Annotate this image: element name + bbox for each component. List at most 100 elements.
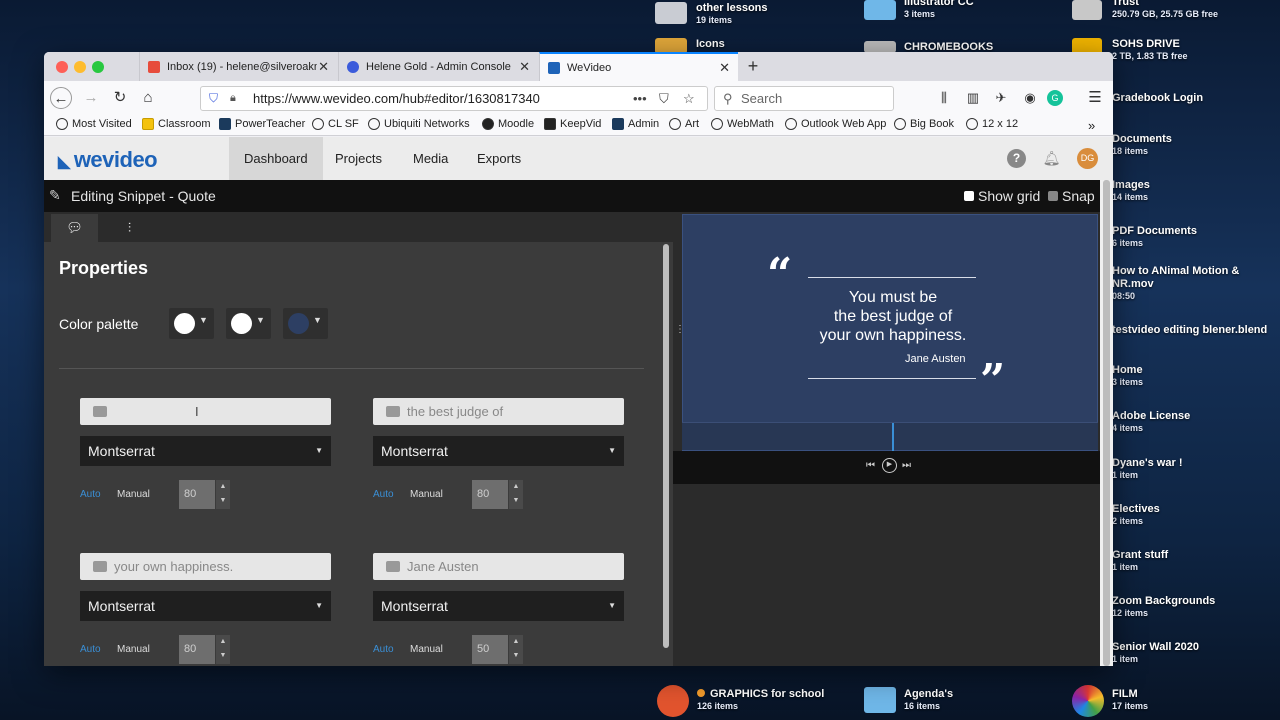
auto-button[interactable]: Auto <box>373 489 394 500</box>
size-input[interactable]: 80 <box>179 635 215 664</box>
nav-projects[interactable]: Projects <box>320 137 397 180</box>
account-icon[interactable]: ◉ <box>1019 87 1041 109</box>
size-stepper[interactable]: ▲ ▼ <box>216 480 230 509</box>
bookmark-outlook[interactable]: Outlook Web App <box>785 118 886 130</box>
desktop-item-senior-wall[interactable]: Senior Wall 2020 1 item <box>1112 641 1278 665</box>
desktop-item-testvideo[interactable]: testvideo editing blener.blend <box>1112 324 1280 337</box>
tab-admin-console[interactable]: Helene Gold - Admin Console ✕ <box>338 52 538 81</box>
manual-button[interactable]: Manual <box>117 489 150 500</box>
font-select-3[interactable]: Montserrat ▼ <box>80 591 331 621</box>
desktop-item-illustrator[interactable]: Illustrator CC 3 items <box>864 0 1024 20</box>
timeline[interactable] <box>682 422 1098 451</box>
desktop-item-other-lessons[interactable]: other lessons 19 items <box>655 2 815 26</box>
color-swatch-1[interactable]: ▼ <box>169 308 214 339</box>
bookmark-admin[interactable]: Admin <box>612 118 659 130</box>
color-swatch-2[interactable]: ▼ <box>226 308 271 339</box>
font-select-2[interactable]: Montserrat ▼ <box>373 436 624 466</box>
new-tab-button[interactable]: + <box>742 55 764 77</box>
back-button[interactable]: ← <box>50 87 72 109</box>
size-stepper[interactable]: ▲ ▼ <box>509 635 523 664</box>
bookmark-big-book[interactable]: Big Book <box>894 118 954 130</box>
desktop-item-electives[interactable]: Electives 2 items <box>1112 503 1278 527</box>
library-icon[interactable]: ⫼ <box>933 87 955 109</box>
desktop-item-documents[interactable]: Documents 18 items <box>1112 133 1278 157</box>
desktop-item-trust[interactable]: Trust 250.79 GB, 25.75 GB free <box>1072 0 1278 20</box>
bookmark-most-visited[interactable]: Most Visited <box>56 118 132 130</box>
bell-icon[interactable]: 🔔︎ <box>1042 149 1061 168</box>
grammarly-icon[interactable]: G <box>1047 90 1063 106</box>
wevideo-logo[interactable]: ◣ wevideo <box>58 147 158 173</box>
text-field-3[interactable]: your own happiness. <box>80 553 331 580</box>
skip-back-icon[interactable]: ⏮︎ <box>866 460 875 471</box>
desktop-item-grant-stuff[interactable]: Grant stuff 1 item <box>1112 549 1278 573</box>
tab-inbox[interactable]: Inbox (19) - helene@silveroakm ✕ <box>139 52 337 81</box>
snap-toggle[interactable]: Snap <box>1048 188 1095 204</box>
bookmark-art[interactable]: Art <box>669 118 699 130</box>
desktop-item-home[interactable]: Home 3 items <box>1112 364 1278 388</box>
auto-button[interactable]: Auto <box>80 489 101 500</box>
skip-forward-icon[interactable]: ⏭︎ <box>902 460 911 471</box>
extension-icon[interactable]: ✈ <box>990 87 1012 109</box>
panel-scrollbar[interactable] <box>659 242 673 666</box>
desktop-item-images[interactable]: Images 14 items <box>1112 179 1278 203</box>
bookmark-ubiquiti[interactable]: Ubiquiti Networks <box>368 118 470 130</box>
close-tab-icon[interactable]: ✕ <box>719 60 730 76</box>
scrollbar-thumb[interactable] <box>1103 180 1110 666</box>
play-icon[interactable]: ▶ <box>882 458 897 473</box>
bookmark-moodle[interactable]: Moodle <box>482 118 534 130</box>
preview-canvas[interactable]: “ You must be the best judge of your own… <box>682 214 1098 451</box>
bookmark-keepvid[interactable]: KeepVid <box>544 118 601 130</box>
text-field-4[interactable]: Jane Austen <box>373 553 624 580</box>
text-field-1[interactable]: I <box>80 398 331 425</box>
font-select-4[interactable]: Montserrat ▼ <box>373 591 624 621</box>
font-select-1[interactable]: Montserrat ▼ <box>80 436 331 466</box>
desktop-item-pdf-documents[interactable]: PDF Documents 6 items <box>1112 225 1278 249</box>
auto-button[interactable]: Auto <box>80 644 101 655</box>
minimize-window-button[interactable] <box>74 61 86 73</box>
more-icon[interactable]: ••• <box>633 87 647 110</box>
size-input[interactable]: 50 <box>472 635 508 664</box>
avatar[interactable]: DG <box>1077 148 1098 169</box>
desktop-item-adobe-license[interactable]: Adobe License 4 items <box>1112 410 1278 434</box>
scrollbar-thumb[interactable] <box>663 244 669 648</box>
nav-media[interactable]: Media <box>398 137 463 180</box>
size-stepper[interactable]: ▲ ▼ <box>216 635 230 664</box>
desktop-item-icons[interactable]: Icons <box>655 38 815 54</box>
playhead[interactable] <box>892 423 894 451</box>
close-window-button[interactable] <box>56 61 68 73</box>
desktop-item-animal-motion[interactable]: How to ANimal Motion & NR.mov 08:50 <box>1112 265 1278 302</box>
text-field-2[interactable]: the best judge of <box>373 398 624 425</box>
pocket-icon[interactable]: ⛉ <box>659 87 669 110</box>
tab-wevideo[interactable]: WeVideo ✕ <box>539 52 738 81</box>
nav-dashboard[interactable]: Dashboard <box>229 137 323 180</box>
manual-button[interactable]: Manual <box>410 644 443 655</box>
star-icon[interactable]: ☆ <box>683 87 695 110</box>
show-grid-toggle[interactable]: Show grid <box>964 188 1040 204</box>
manual-button[interactable]: Manual <box>117 644 150 655</box>
tab-adjust[interactable]: ⫶ <box>106 214 153 242</box>
search-input[interactable]: ⚲ Search <box>714 86 894 111</box>
window-scrollbar[interactable] <box>1100 180 1113 666</box>
close-tab-icon[interactable]: ✕ <box>318 59 329 75</box>
bookmarks-overflow-icon[interactable]: » <box>1088 118 1095 133</box>
bookmark-webmath[interactable]: WebMath <box>711 118 774 130</box>
size-input[interactable]: 80 <box>179 480 215 509</box>
desktop-item-dyanes-war[interactable]: Dyane's war ! 1 item <box>1112 457 1278 481</box>
maximize-window-button[interactable] <box>92 61 104 73</box>
nav-exports[interactable]: Exports <box>462 137 536 180</box>
close-tab-icon[interactable]: ✕ <box>519 59 530 75</box>
bookmark-cl-sf[interactable]: CL SF <box>312 118 359 130</box>
desktop-item-zoom-backgrounds[interactable]: Zoom Backgrounds 12 items <box>1112 595 1278 619</box>
url-bar[interactable]: ⛉ 🔒︎ https://www.wevideo.com/hub#editor/… <box>200 86 708 111</box>
desktop-item-agendas[interactable]: Agenda's 16 items <box>864 685 1044 713</box>
menu-icon[interactable]: ☰ <box>1084 87 1106 109</box>
bookmark-classroom[interactable]: Classroom <box>142 118 211 130</box>
bookmark-12x12[interactable]: 12 x 12 <box>966 118 1018 130</box>
help-icon[interactable]: ? <box>1007 149 1026 168</box>
desktop-item-gradebook[interactable]: Gradebook Login <box>1112 92 1278 105</box>
desktop-item-graphics[interactable]: GRAPHICS for school 126 items <box>655 685 845 717</box>
size-input[interactable]: 80 <box>472 480 508 509</box>
home-button[interactable]: ⌂ <box>137 87 159 109</box>
manual-button[interactable]: Manual <box>410 489 443 500</box>
reload-button[interactable]: ↻ <box>109 87 131 109</box>
